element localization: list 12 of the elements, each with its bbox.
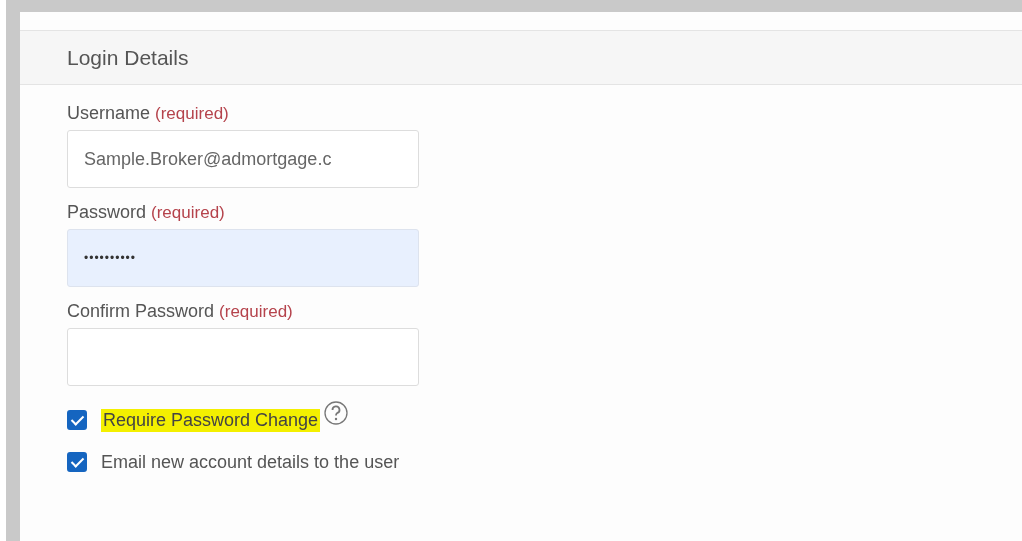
help-icon[interactable] [324, 401, 349, 425]
input-field[interactable] [67, 328, 419, 386]
checkbox[interactable] [67, 410, 87, 430]
input-field[interactable]: •••••••••• [67, 229, 419, 287]
checkbox[interactable] [67, 452, 87, 472]
input-field[interactable]: Sample.Broker@admortgage.c [67, 130, 419, 188]
field-label: Confirm Password (required) [67, 301, 294, 322]
checkbox-label: Require Password Change [101, 408, 321, 432]
section-title: Login Details [67, 45, 189, 70]
checkbox-label: Email new account details to the user [101, 451, 400, 473]
field-label: Password (required) [67, 202, 226, 223]
field-label: Username (required) [67, 103, 230, 124]
